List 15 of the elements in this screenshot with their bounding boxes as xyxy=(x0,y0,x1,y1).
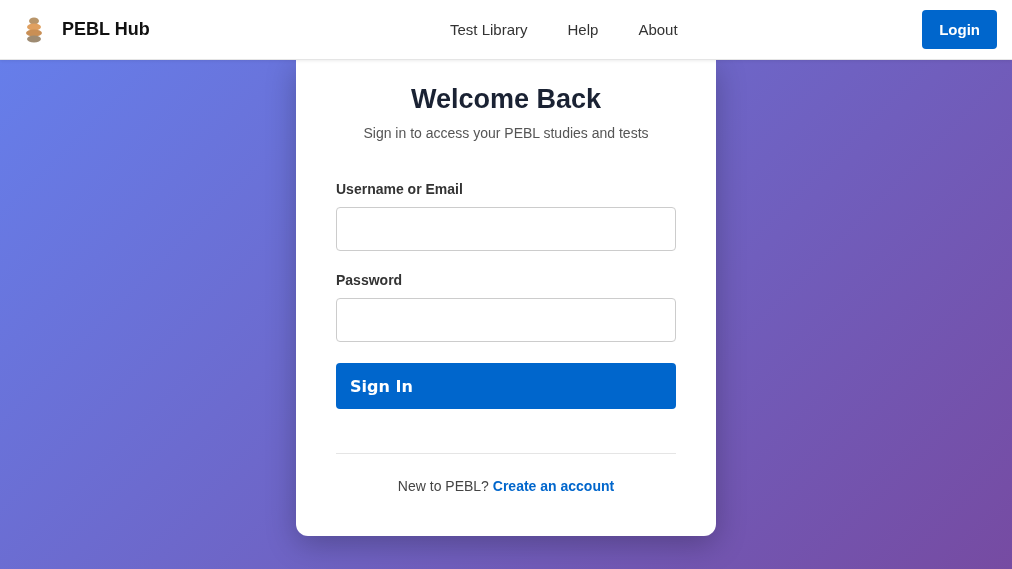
sign-in-button[interactable]: Sign In xyxy=(336,363,676,409)
login-button[interactable]: Login xyxy=(922,10,997,49)
nav-link[interactable]: Help xyxy=(567,21,599,38)
field-label: Username or Email xyxy=(336,181,464,197)
card-title: Welcome Back xyxy=(409,84,603,115)
input-field[interactable] xyxy=(336,207,676,251)
signup-prompt: New to PEBL? Create an account xyxy=(396,478,616,494)
stacked-stones-icon xyxy=(25,16,43,43)
create-account-link[interactable]: Create an account xyxy=(492,478,615,494)
field-label: Password xyxy=(336,272,404,288)
nav-link[interactable]: Test Library xyxy=(450,21,528,38)
nav-link[interactable]: About xyxy=(638,21,678,38)
card-subtitle: Sign in to access your PEBL studies and tests xyxy=(362,125,650,141)
brand-name: PEBL Hub xyxy=(62,19,150,40)
input-field[interactable] xyxy=(336,298,676,342)
